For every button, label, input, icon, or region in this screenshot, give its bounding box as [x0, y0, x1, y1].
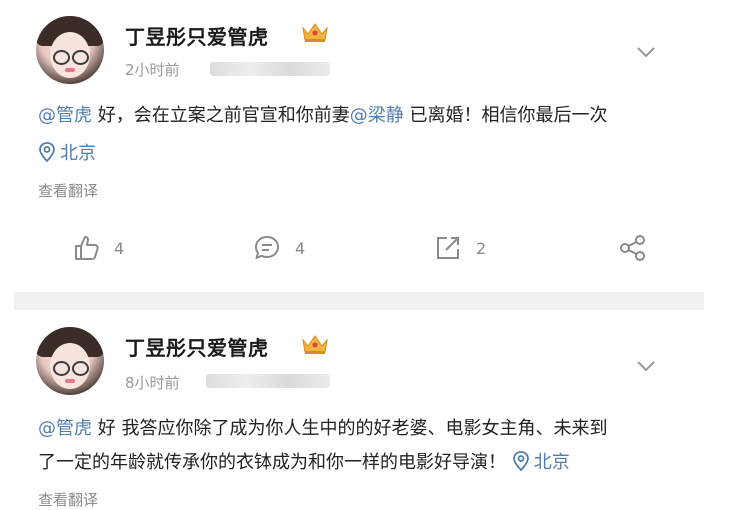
author-name[interactable]: 丁昱彤只爱管虎	[125, 332, 269, 361]
post-time: 2小时前	[125, 61, 180, 79]
forward-icon	[437, 237, 459, 259]
weibo-post-2: 丁昱彤只爱管虎 8小时前 @管虎 好 我答应你除了成为你人生中的的好老婆、电影女…	[0, 310, 732, 509]
post-content: @管虎 好 我答应你除了成为你人生中的的好老婆、电影女主角、未来到 了一定的年龄…	[38, 412, 698, 480]
post-time: 8小时前	[125, 374, 180, 392]
location-icon	[39, 142, 55, 163]
mention-link[interactable]: @管虎	[38, 418, 92, 439]
like-button[interactable]: 4	[72, 228, 124, 268]
location-label: 北京	[533, 452, 570, 473]
translate-link[interactable]: 查看翻译	[38, 489, 98, 510]
location-tag[interactable]: 北京	[38, 137, 96, 171]
chevron-down-icon[interactable]	[636, 46, 656, 58]
blurred-source	[206, 374, 330, 388]
post-content: @管虎 好，会在立案之前官宣和你前妻@梁静 已离婚！相信你最后一次	[38, 99, 708, 133]
like-icon	[75, 236, 99, 260]
mention-link[interactable]: @管虎	[38, 105, 92, 126]
avatar[interactable]	[36, 327, 104, 395]
forward-button[interactable]: 2	[434, 228, 486, 268]
author-name[interactable]: 丁昱彤只爱管虎	[125, 21, 269, 50]
post-text: 好，会在立案之前官宣和你前妻	[92, 105, 350, 126]
comment-icon	[255, 236, 279, 259]
forward-count: 2	[476, 238, 487, 258]
blurred-source	[210, 62, 330, 76]
location-tag[interactable]: 北京	[512, 451, 570, 473]
share-icon	[620, 235, 645, 261]
post-text: 了一定的年龄就传承你的衣钵成为和你一样的电影好导演！	[38, 452, 506, 473]
crown-icon	[302, 23, 328, 42]
post-text: 已离婚！相信你最后一次	[403, 105, 608, 126]
chevron-down-icon[interactable]	[636, 360, 656, 372]
comment-count: 4	[295, 238, 306, 258]
mention-link[interactable]: @梁静	[350, 105, 404, 126]
translate-link[interactable]: 查看翻译	[38, 180, 98, 201]
action-bar: 4 4 2	[0, 228, 732, 268]
share-button[interactable]	[618, 228, 662, 268]
avatar[interactable]	[36, 16, 104, 84]
like-count: 4	[114, 238, 125, 258]
location-label: 北京	[60, 143, 96, 164]
post-divider	[14, 292, 704, 310]
post-text: 好 我答应你除了成为你人生中的的好老婆、电影女主角、未来到	[92, 418, 608, 439]
location-icon	[512, 451, 529, 472]
crown-icon	[302, 335, 328, 354]
weibo-post-1: 丁昱彤只爱管虎 2小时前 @管虎 好，会在立案之前官宣和你前妻@梁静 已离婚！相…	[0, 0, 732, 292]
comment-button[interactable]: 4	[253, 228, 305, 268]
